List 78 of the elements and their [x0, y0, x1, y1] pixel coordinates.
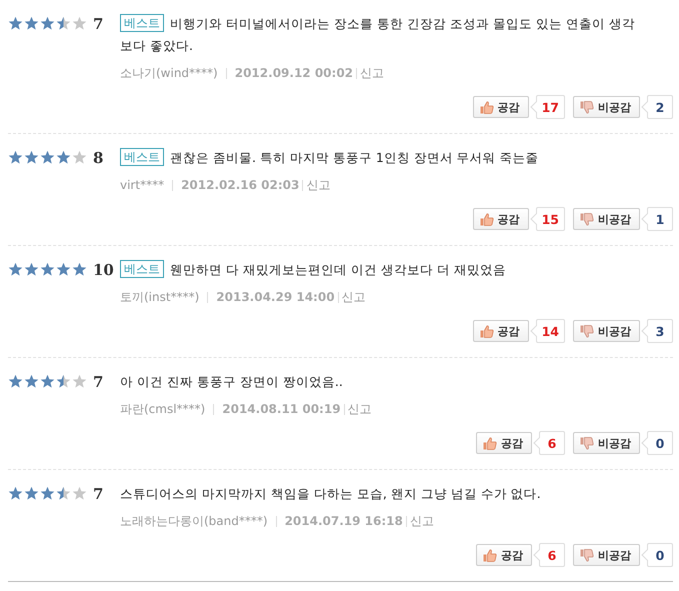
like-count: 14: [530, 319, 565, 343]
star-icon: [72, 486, 87, 501]
star-icon: [72, 262, 87, 277]
like-button[interactable]: 공감: [476, 544, 532, 566]
author-name: 소나기(wind****): [120, 65, 218, 81]
thumbs-up-icon: [483, 548, 497, 562]
star-icon: [56, 486, 71, 501]
review-text: 베스트 비행기와 터미널에서이라는 장소를 통한 긴장감 조성과 몰입도 있는 연출이 생각보다 좋았다.: [120, 13, 636, 55]
review-date: 2012.02.16 02:03: [181, 177, 300, 193]
rating-score: 7: [93, 374, 104, 390]
star-icon: [24, 374, 39, 389]
star-icon: [40, 150, 55, 165]
review-date: 2014.07.19 16:18: [284, 513, 403, 529]
star-icon: [24, 262, 39, 277]
thumbs-down-icon: [580, 548, 594, 562]
author-name: 토끼(inst****): [120, 289, 200, 305]
star-icon: [40, 374, 55, 389]
thumbs-down-icon: [580, 324, 594, 338]
star-icon: [40, 262, 55, 277]
thumbs-down-icon: [580, 212, 594, 226]
thumbs-down-icon: [580, 100, 594, 114]
star-icon: [40, 486, 55, 501]
star-icon: [72, 16, 87, 31]
star-icon: [8, 374, 23, 389]
best-badge: 베스트: [120, 260, 164, 278]
like-count: 6: [534, 431, 565, 455]
star-icon: [72, 374, 87, 389]
star-icon: [56, 374, 71, 389]
rating-score: 8: [93, 150, 104, 166]
like-count: 6: [534, 543, 565, 567]
rating-score: 10: [93, 262, 114, 278]
review-date: 2013.04.29 14:00: [216, 289, 335, 305]
best-badge: 베스트: [120, 148, 164, 166]
like-button[interactable]: 공감: [472, 320, 529, 342]
dislike-button[interactable]: 비공감: [573, 320, 640, 342]
star-icon: [24, 16, 39, 31]
thumbs-up-icon: [480, 212, 494, 226]
like-button[interactable]: 공감: [472, 96, 529, 118]
rating-score: 7: [93, 486, 104, 502]
dislike-count: 3: [642, 319, 673, 343]
star-icon: [40, 16, 55, 31]
review-text: 베스트 웬만하면 다 재밌게보는편인데 이건 생각보다 더 재밌었음: [120, 259, 673, 281]
best-badge: 베스트: [120, 14, 164, 32]
thumbs-up-icon: [483, 436, 497, 450]
review-date: 2012.09.12 00:02: [234, 65, 354, 81]
like-button[interactable]: 공감: [472, 208, 529, 230]
like-button[interactable]: 공감: [476, 432, 532, 454]
dislike-button[interactable]: 비공감: [573, 432, 640, 454]
star-icon: [8, 16, 23, 31]
dislike-count: 0: [642, 431, 673, 455]
thumbs-up-icon: [480, 100, 494, 114]
author-name: 파란(cmsl****): [120, 401, 206, 417]
author-name: 노래하는다롱이(band****): [120, 513, 268, 529]
rating-score: 7: [93, 16, 104, 32]
dislike-button[interactable]: 비공감: [573, 544, 640, 566]
dislike-count: 1: [642, 207, 673, 231]
dislike-count: 0: [642, 543, 673, 567]
star-icon: [56, 16, 71, 31]
star-icon: [8, 262, 23, 277]
review-text: 아 이건 진짜 통풍구 장면이 짱이었음..: [120, 373, 344, 391]
star-icon: [8, 486, 23, 501]
review-text: 스튜디어스의 마지막까지 책임을 다하는 모습, 왠지 그냥 넘길 수가 없다.: [120, 485, 542, 503]
star-icon: [24, 150, 39, 165]
dislike-button[interactable]: 비공감: [573, 96, 640, 118]
author-name: virt****: [120, 177, 164, 193]
review-text: 베스트 괜찮은 좀비물. 특히 마지막 통풍구 1인칭 장면서 무서워 죽는줄: [120, 147, 673, 169]
dislike-count: 2: [642, 95, 673, 119]
like-count: 15: [530, 207, 565, 231]
thumbs-up-icon: [480, 324, 494, 338]
review-date: 2014.08.11 00:19: [222, 401, 341, 417]
like-count: 17: [530, 95, 565, 119]
star-icon: [72, 150, 87, 165]
star-icon: [24, 486, 39, 501]
star-icon: [56, 262, 71, 277]
star-icon: [56, 150, 71, 165]
dislike-button[interactable]: 비공감: [573, 208, 640, 230]
star-icon: [8, 150, 23, 165]
thumbs-down-icon: [580, 436, 594, 450]
